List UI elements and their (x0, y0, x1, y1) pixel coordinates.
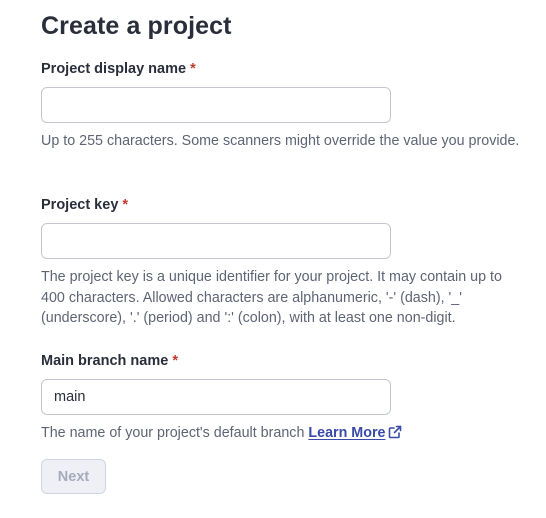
main-branch-input[interactable] (41, 379, 391, 415)
project-key-label-text: Project key (41, 197, 119, 213)
project-key-help: The project key is a unique identifier f… (41, 269, 502, 326)
next-button[interactable]: Next (41, 459, 106, 494)
main-branch-label-text: Main branch name (41, 353, 169, 369)
display-name-help: Up to 255 characters. Some scanners migh… (41, 133, 520, 149)
main-branch-help-text: The name of your project's default branc… (41, 425, 305, 441)
external-link-icon (388, 425, 402, 446)
page-title: Create a project (41, 12, 232, 40)
project-key-input[interactable] (41, 223, 391, 259)
main-branch-help: The name of your project's default branc… (41, 423, 521, 446)
project-key-label: Project key * (41, 197, 128, 213)
display-name-input[interactable] (41, 87, 391, 123)
required-marker: * (122, 197, 129, 213)
required-marker: * (190, 61, 196, 77)
display-name-label-text: Project display name (41, 61, 187, 77)
main-branch-label: Main branch name * (41, 353, 178, 369)
display-name-label: Project display name * (41, 61, 196, 77)
learn-more-label: Learn More (308, 425, 386, 441)
required-marker: * (172, 353, 178, 369)
learn-more-link[interactable]: Learn More (308, 425, 402, 441)
